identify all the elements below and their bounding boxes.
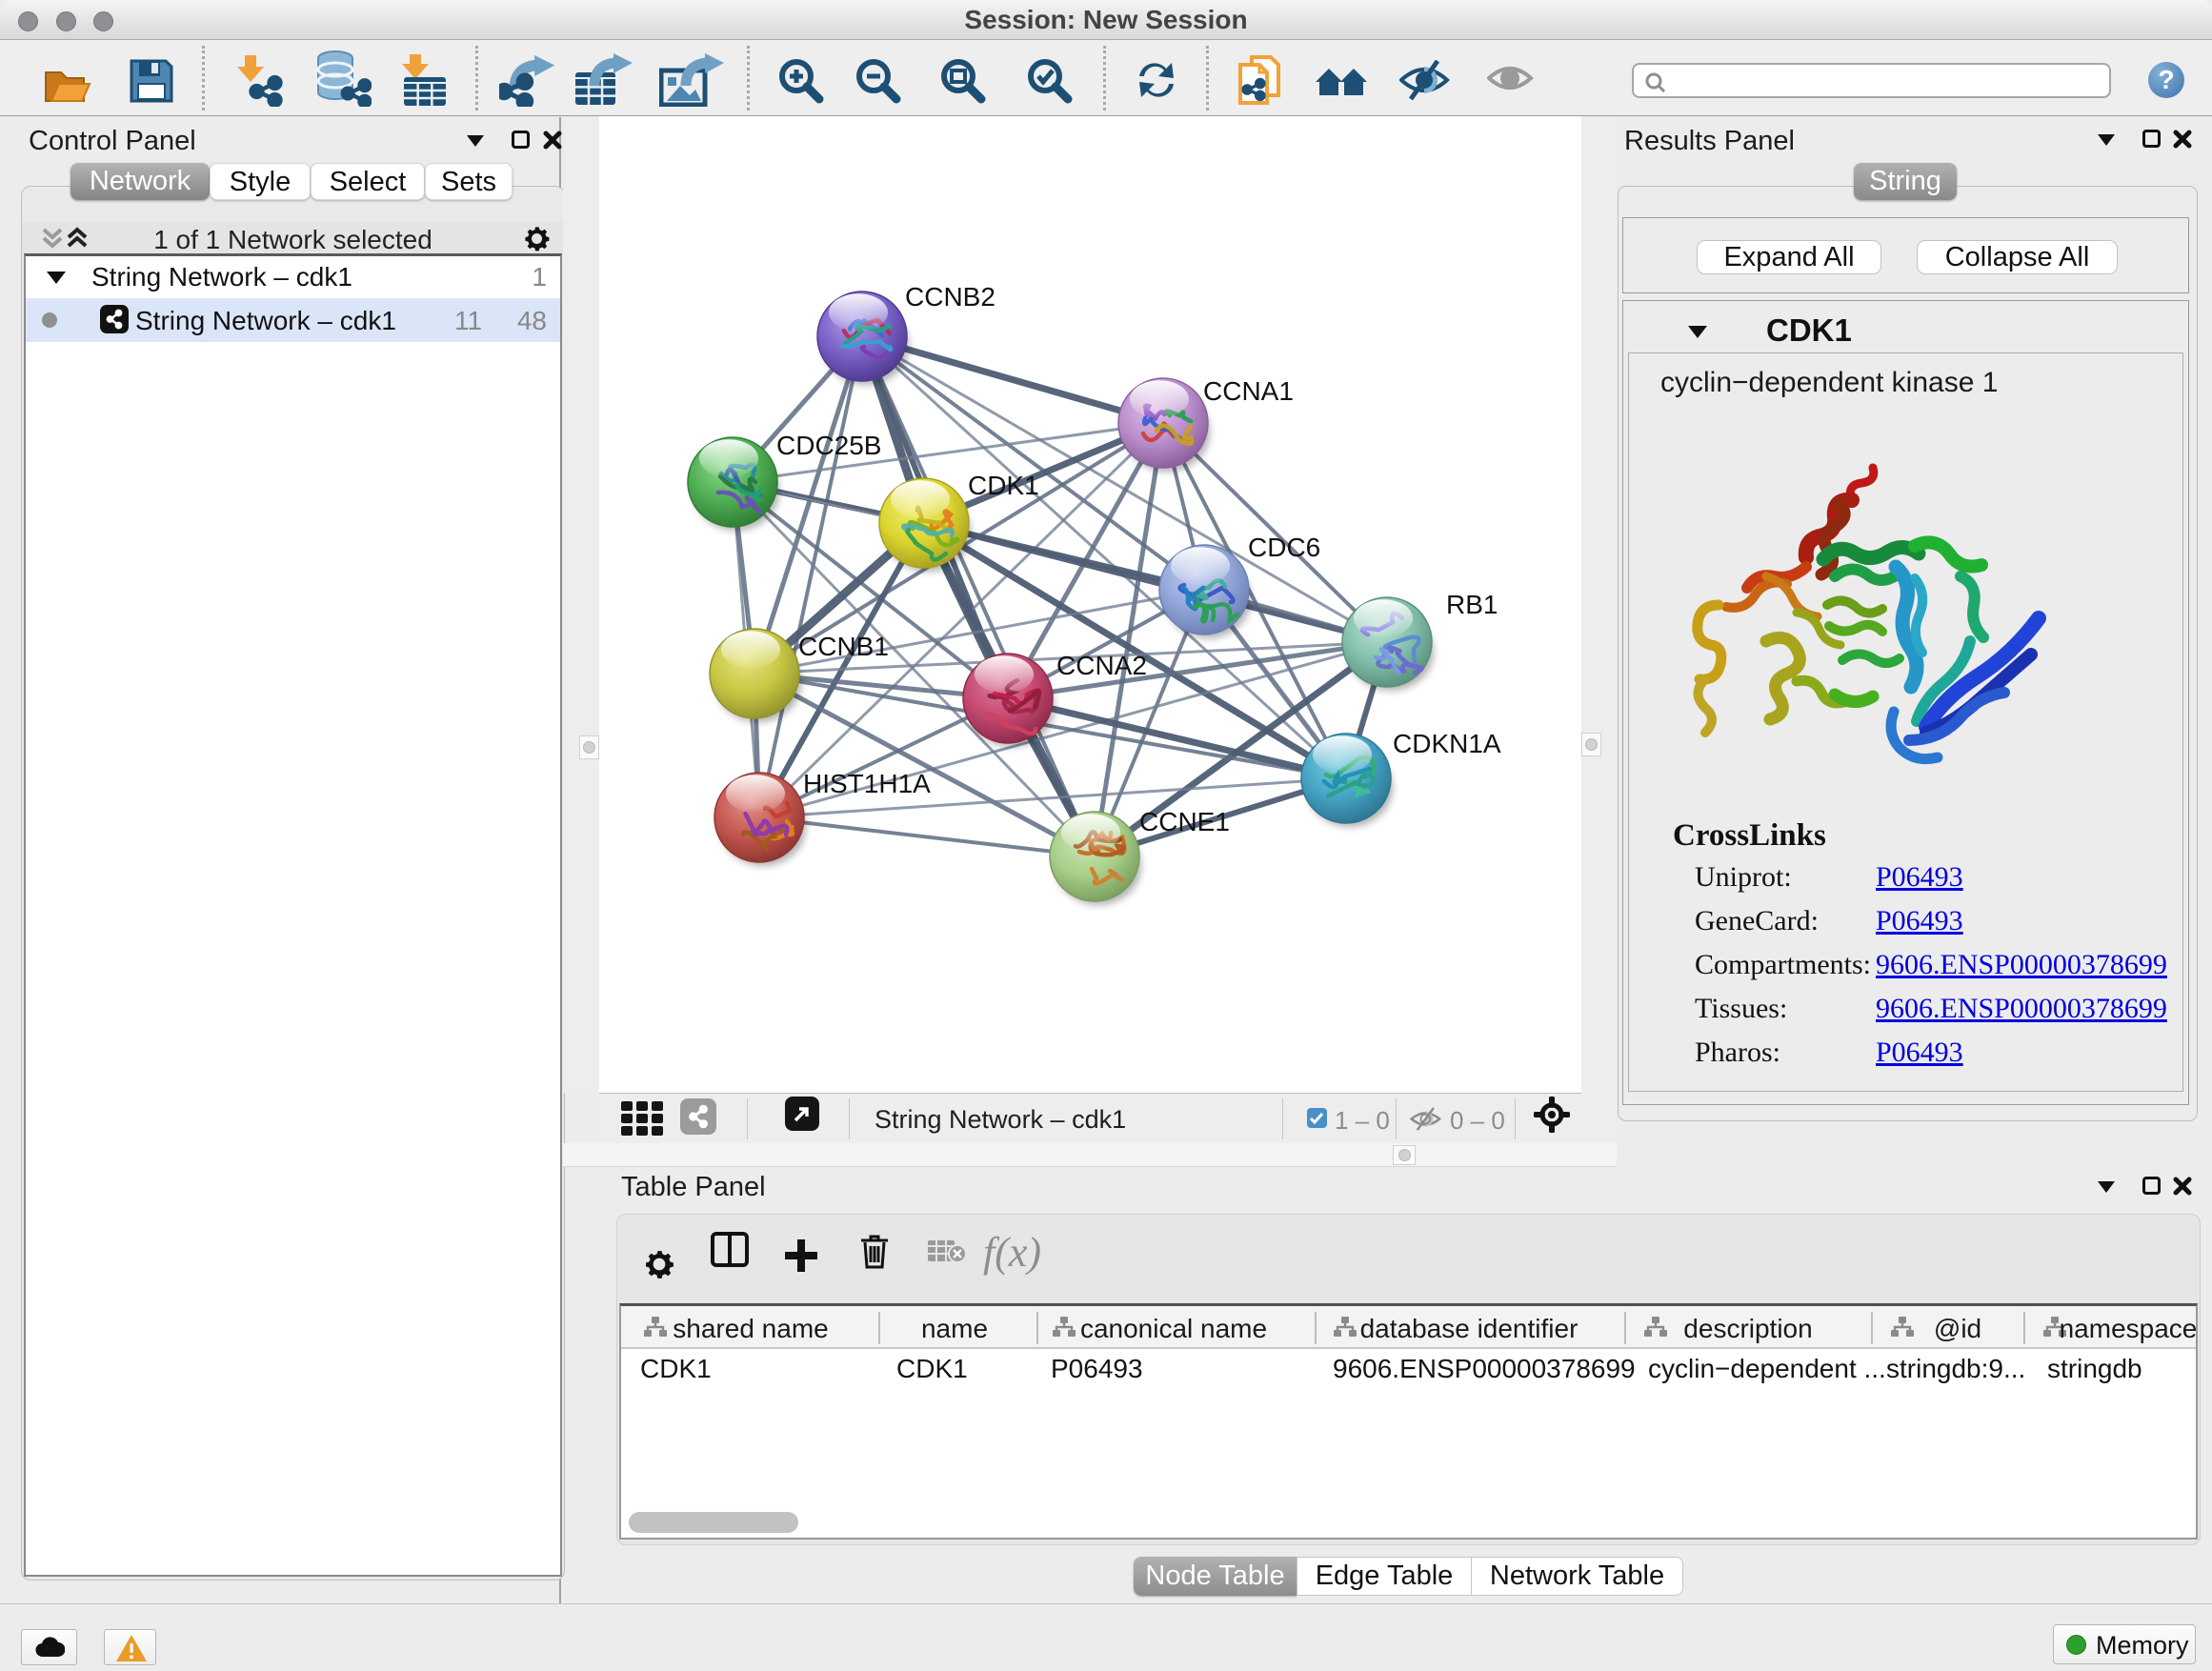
- svg-text:RB1: RB1: [1446, 590, 1498, 619]
- svg-text:CDC6: CDC6: [1248, 533, 1320, 562]
- svg-text:CDC25B: CDC25B: [776, 431, 881, 460]
- svg-text:CDKN1A: CDKN1A: [1393, 729, 1501, 758]
- svg-text:CCNA1: CCNA1: [1203, 376, 1294, 406]
- svg-text:CCNB2: CCNB2: [905, 282, 995, 312]
- svg-text:CCNB1: CCNB1: [798, 632, 889, 661]
- svg-text:HIST1H1A: HIST1H1A: [803, 769, 931, 798]
- svg-text:CDK1: CDK1: [968, 471, 1039, 500]
- svg-text:CCNA2: CCNA2: [1056, 651, 1147, 680]
- svg-text:CCNE1: CCNE1: [1139, 807, 1230, 836]
